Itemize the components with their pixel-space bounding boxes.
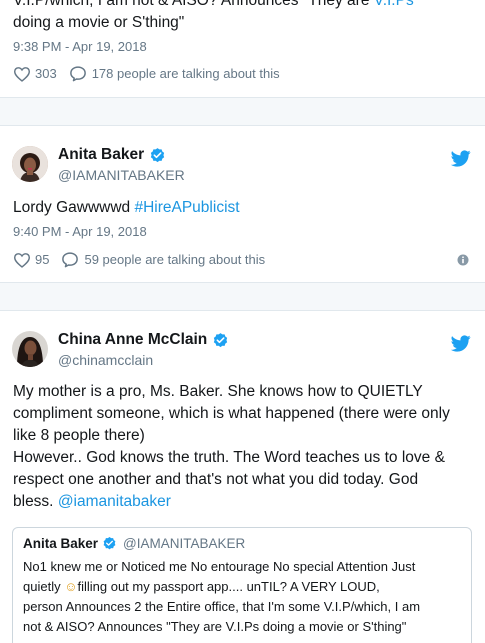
tweet-header: Anita Baker @IAMANITABAKER xyxy=(12,146,185,183)
hashtag-link[interactable]: #HireAPublicist xyxy=(134,199,239,216)
comment-button[interactable]: 59 people are talking about this xyxy=(61,251,265,268)
user-name[interactable]: China Anne McClain xyxy=(58,331,207,349)
heart-icon xyxy=(13,252,31,268)
user-handle[interactable]: @IAMANITABAKER xyxy=(58,167,185,183)
tweet-timestamp[interactable]: 9:38 PM - Apr 19, 2018 xyxy=(13,39,147,54)
talking-count: 178 people are talking about this xyxy=(91,66,280,81)
comment-button[interactable]: 178 people are talking about this xyxy=(69,65,280,82)
tweet-header: China Anne McClain @chinamcclain xyxy=(12,331,229,368)
avatar-anita-baker[interactable] xyxy=(12,146,48,182)
like-count: 95 xyxy=(35,252,50,267)
comment-icon xyxy=(62,252,79,268)
separator xyxy=(0,98,485,125)
link-vips[interactable]: V.I.Ps xyxy=(374,0,414,9)
tweet-card-2: Anita Baker @IAMANITABAKER Lordy Gawwwwd… xyxy=(0,125,485,283)
tweet-card-1: V.I.P/which, I am not & AISO? Announces … xyxy=(0,0,485,98)
quoted-user-handle: @IAMANITABAKER xyxy=(123,536,246,551)
quoted-tweet[interactable]: Anita Baker @IAMANITABAKER No1 knew me o… xyxy=(12,527,472,643)
quoted-user-name: Anita Baker xyxy=(23,536,99,551)
tweet-text: My mother is a pro, Ms. Baker. She knows… xyxy=(13,383,450,510)
verified-badge-icon xyxy=(150,147,165,162)
avatar-china-anne-mcclain[interactable] xyxy=(12,331,48,367)
user-name[interactable]: Anita Baker xyxy=(58,146,144,164)
quoted-tweet-text: No1 knew me or Noticed me No entourage N… xyxy=(23,559,421,634)
heart-icon xyxy=(13,66,31,82)
tweet-card-3: China Anne McClain @chinamcclain My moth… xyxy=(0,310,485,643)
like-button[interactable]: 95 xyxy=(13,252,49,268)
comment-icon xyxy=(69,66,86,82)
like-button[interactable]: 303 xyxy=(13,66,57,82)
smiling-emoji: ☺ xyxy=(64,579,78,594)
twitter-bird-icon[interactable] xyxy=(451,335,471,352)
talking-count: 59 people are talking about this xyxy=(84,252,266,267)
tweet-text: Lordy Gawwwwd #HireAPublicist xyxy=(13,199,240,216)
mention-link[interactable]: @iamanitabaker xyxy=(58,493,171,510)
tweet-actions: 95 59 people are talking about this xyxy=(13,251,265,268)
like-count: 303 xyxy=(35,66,57,81)
twitter-bird-icon[interactable] xyxy=(451,150,471,167)
separator xyxy=(0,283,485,310)
verified-badge-icon xyxy=(103,536,116,550)
user-handle[interactable]: @chinamcclain xyxy=(58,352,229,368)
tweet-timestamp[interactable]: 9:40 PM - Apr 19, 2018 xyxy=(13,224,147,239)
tweet-actions: 303 178 people are talking about this xyxy=(13,65,280,82)
info-icon[interactable] xyxy=(457,254,469,266)
verified-badge-icon xyxy=(214,332,228,347)
tweet-text: V.I.P/which, I am not & AISO? Announces … xyxy=(13,0,473,34)
